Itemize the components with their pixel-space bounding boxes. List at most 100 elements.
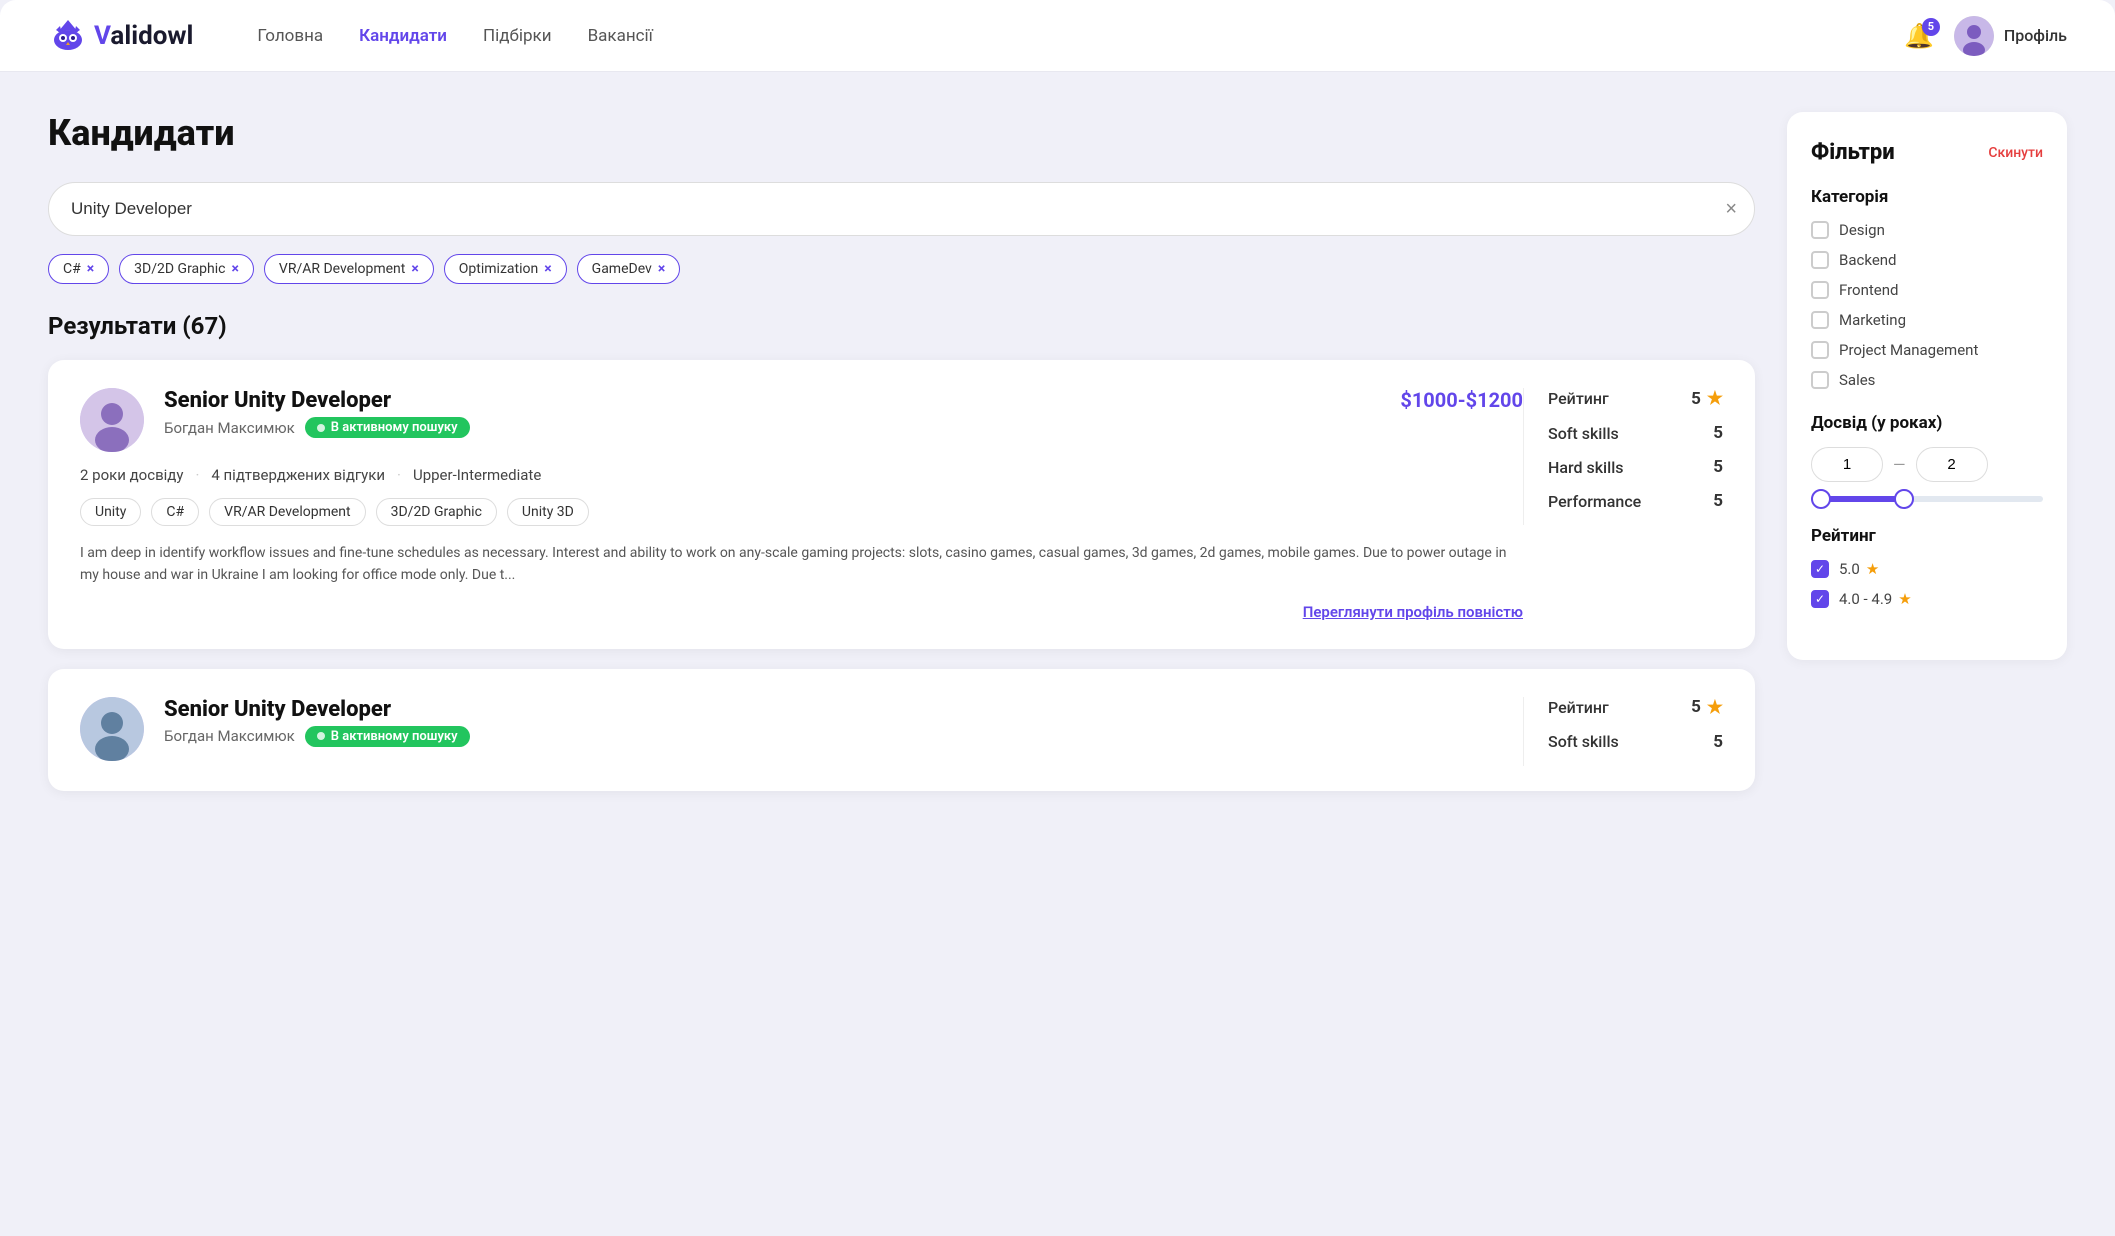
- label-backend: Backend: [1839, 251, 1897, 269]
- rating-label-overall-1: Рейтинг: [1548, 389, 1609, 408]
- filter-sales[interactable]: Sales: [1811, 371, 2043, 389]
- rating-label-perf-1: Performance: [1548, 492, 1641, 511]
- label-design: Design: [1839, 221, 1885, 239]
- sidebar-filters: Фільтри Скинути Категорія Design Backend…: [1787, 112, 2067, 660]
- star-5: ★: [1866, 560, 1879, 578]
- category-title: Категорія: [1811, 187, 2043, 207]
- header: VValidowlalidowl Головна Кандидати Підбі…: [0, 0, 2115, 72]
- checkbox-design[interactable]: [1811, 221, 1829, 239]
- filter-marketing[interactable]: Marketing: [1811, 311, 2043, 329]
- rating-row-perf-1: Performance 5: [1548, 491, 1723, 511]
- filter-backend[interactable]: Backend: [1811, 251, 2043, 269]
- star-icon-2: ★: [1707, 697, 1723, 718]
- label-frontend: Frontend: [1839, 281, 1898, 299]
- search-input[interactable]: [48, 182, 1755, 236]
- checkbox-pm[interactable]: [1811, 341, 1829, 359]
- card-body-flex-1: Senior Unity Developer Богдан Максимюк В…: [80, 388, 1723, 621]
- checkbox-backend[interactable]: [1811, 251, 1829, 269]
- rating-label-soft-2: Soft skills: [1548, 732, 1619, 751]
- rating-label-soft-1: Soft skills: [1548, 424, 1619, 443]
- label-rating-4: 4.0 - 4.9 ★: [1839, 590, 1912, 608]
- filter-rating-5[interactable]: 5.0 ★: [1811, 560, 2043, 578]
- profile-label: Профіль: [2004, 26, 2067, 45]
- rating-row-overall-1: Рейтинг 5 ★: [1548, 388, 1723, 409]
- skill-unity3d: Unity 3D: [507, 498, 589, 526]
- filter-tag-optim[interactable]: Optimization ×: [444, 254, 567, 284]
- skill-3d: 3D/2D Graphic: [376, 498, 497, 526]
- filter-section-experience: Досвід (у роках) —: [1811, 413, 2043, 502]
- card-experience-1: 2 роки досвіду: [80, 466, 183, 484]
- range-thumb-left[interactable]: [1811, 489, 1831, 509]
- filter-tag-close-optim[interactable]: ×: [544, 261, 551, 277]
- card-avatar-2: [80, 697, 144, 761]
- card-top-2: Senior Unity Developer Богдан Максимюк В…: [80, 697, 1523, 761]
- experience-title: Досвід (у роках): [1811, 413, 2043, 433]
- card-avatar-1: [80, 388, 144, 452]
- bell-badge: 5: [1922, 18, 1940, 36]
- filter-tag-close-3d[interactable]: ×: [231, 261, 238, 277]
- card-body-flex-2: Senior Unity Developer Богдан Максимюк В…: [80, 697, 1723, 775]
- label-sales: Sales: [1839, 371, 1875, 389]
- status-label-1: В активному пошуку: [331, 420, 458, 435]
- checkbox-sales[interactable]: [1811, 371, 1829, 389]
- logo-icon: [48, 16, 88, 56]
- status-dot-2: [317, 732, 325, 740]
- exp-min-input[interactable]: [1811, 447, 1883, 482]
- content-area: Кандидати × C# × 3D/2D Graphic × VR/AR D…: [48, 112, 1755, 811]
- star-4: ★: [1898, 590, 1911, 608]
- filter-tag-gamedev[interactable]: GameDev ×: [577, 254, 681, 284]
- ratings-panel-1: Рейтинг 5 ★ Soft skills 5: [1523, 388, 1723, 525]
- range-thumb-right[interactable]: [1894, 489, 1914, 509]
- card-details-row-1: 2 роки досвіду · 4 підтверджених відгуки…: [80, 466, 1523, 484]
- nav-selections[interactable]: Підбірки: [483, 26, 552, 46]
- card-salary-1: $1000-$1200: [1400, 388, 1523, 412]
- card-body-main-1: Senior Unity Developer Богдан Максимюк В…: [80, 388, 1523, 621]
- header-right: 🔔 5 Профіль: [1904, 16, 2067, 56]
- filter-tag-cs[interactable]: C# ×: [48, 254, 109, 284]
- results-count: Результати (67): [48, 312, 1755, 340]
- card-header-row-1: Senior Unity Developer Богдан Максимюк В…: [164, 388, 1523, 438]
- main-nav: Головна Кандидати Підбірки Вакансії: [257, 26, 1864, 46]
- filter-pm[interactable]: Project Management: [1811, 341, 2043, 359]
- filter-tag-3d[interactable]: 3D/2D Graphic ×: [119, 254, 254, 284]
- bell-button[interactable]: 🔔 5: [1904, 22, 1934, 50]
- rating-value-overall-1: 5 ★: [1691, 388, 1723, 409]
- rating-row-hard-1: Hard skills 5: [1548, 457, 1723, 477]
- card-level-1: Upper-Intermediate: [413, 466, 541, 484]
- checkbox-frontend[interactable]: [1811, 281, 1829, 299]
- filter-tag-close-gamedev[interactable]: ×: [658, 261, 665, 277]
- rating-value-perf-1: 5: [1713, 491, 1723, 511]
- main-content: Кандидати × C# × 3D/2D Graphic × VR/AR D…: [0, 72, 2115, 851]
- label-pm: Project Management: [1839, 341, 1978, 359]
- filter-frontend[interactable]: Frontend: [1811, 281, 2043, 299]
- search-clear-button[interactable]: ×: [1725, 199, 1737, 219]
- filters-reset-button[interactable]: Скинути: [1988, 145, 2043, 161]
- filter-rating-4[interactable]: 4.0 - 4.9 ★: [1811, 590, 2043, 608]
- filter-design[interactable]: Design: [1811, 221, 2043, 239]
- card-reviews-1: 4 підтверджених відгуки: [211, 466, 385, 484]
- filter-tag-close-cs[interactable]: ×: [87, 261, 94, 277]
- card-meta-row-1: Богдан Максимюк В активному пошуку: [164, 417, 470, 438]
- card-header-row-2: Senior Unity Developer Богдан Максимюк В…: [164, 697, 1523, 747]
- view-profile-link-1[interactable]: Переглянути профіль повністю: [1303, 603, 1523, 621]
- exp-max-input[interactable]: [1916, 447, 1988, 482]
- nav-home[interactable]: Головна: [257, 26, 323, 46]
- card-top-1: Senior Unity Developer Богдан Максимюк В…: [80, 388, 1523, 452]
- logo[interactable]: VValidowlalidowl: [48, 16, 193, 56]
- status-badge-1: В активному пошуку: [305, 417, 470, 438]
- nav-candidates[interactable]: Кандидати: [359, 26, 447, 46]
- skill-cs: C#: [151, 498, 199, 526]
- filter-tag-vrar[interactable]: VR/AR Development ×: [264, 254, 434, 284]
- profile-button[interactable]: Профіль: [1954, 16, 2067, 56]
- nav-vacancies[interactable]: Вакансії: [588, 26, 653, 46]
- page-title: Кандидати: [48, 112, 1755, 154]
- card-title-2: Senior Unity Developer: [164, 697, 470, 722]
- checkbox-rating-4[interactable]: [1811, 590, 1829, 608]
- checkbox-rating-5[interactable]: [1811, 560, 1829, 578]
- checkbox-marketing[interactable]: [1811, 311, 1829, 329]
- card-name-block-2: Senior Unity Developer Богдан Максимюк В…: [164, 697, 470, 747]
- label-marketing: Marketing: [1839, 311, 1906, 329]
- card-body-main-2: Senior Unity Developer Богдан Максимюк В…: [80, 697, 1523, 775]
- filter-tag-close-vrar[interactable]: ×: [411, 261, 418, 277]
- rating-label-overall-2: Рейтинг: [1548, 698, 1609, 717]
